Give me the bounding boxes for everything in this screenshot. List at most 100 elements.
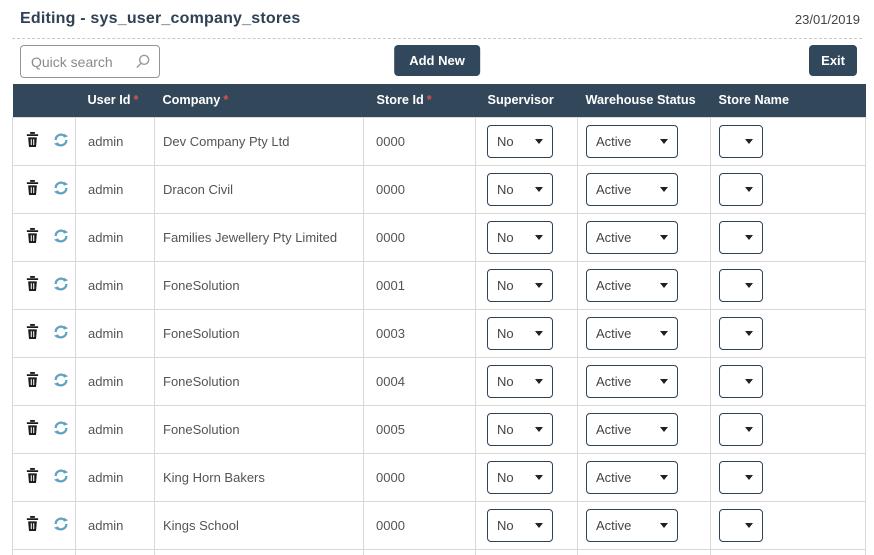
table-body: admin Dev Company Pty Ltd 0000 No Active — [12, 116, 866, 555]
search-wrap — [20, 45, 160, 78]
store-name-select[interactable] — [719, 508, 763, 542]
chevron-down-icon — [660, 378, 668, 384]
supervisor-cell: No — [475, 260, 578, 310]
delete-row-button[interactable] — [25, 419, 40, 439]
delete-row-button[interactable] — [25, 515, 40, 535]
chevron-down-icon — [745, 522, 753, 528]
store-name-select[interactable] — [719, 316, 763, 350]
chevron-down-icon — [535, 522, 543, 528]
supervisor-select[interactable]: No — [487, 220, 553, 254]
store-name-select[interactable] — [719, 460, 763, 494]
add-new-button[interactable]: Add New — [394, 45, 480, 76]
warehouse-status-select[interactable]: Active — [586, 460, 678, 494]
warehouse-status-select[interactable]: Active — [586, 124, 678, 158]
delete-row-button[interactable] — [25, 467, 40, 487]
supervisor-select-value: No — [497, 373, 514, 389]
warehouse-status-select[interactable]: Active — [586, 316, 678, 350]
row-actions-cell — [12, 356, 76, 406]
store-name-select[interactable] — [719, 124, 763, 158]
row-actions-cell — [12, 500, 76, 550]
row-actions-cell — [12, 308, 76, 358]
warehouse-status-select[interactable]: Active — [586, 508, 678, 542]
warehouse-status-select[interactable]: Active — [586, 172, 678, 206]
store-name-cell — [710, 452, 866, 502]
store-name-select[interactable] — [719, 220, 763, 254]
refresh-row-button[interactable] — [53, 324, 69, 343]
chevron-down-icon — [535, 426, 543, 432]
table-row — [12, 548, 866, 555]
company-cell: King Horn Bakers — [154, 452, 364, 502]
refresh-row-button[interactable] — [53, 516, 69, 535]
supervisor-select-value: No — [497, 325, 514, 341]
refresh-row-button[interactable] — [53, 276, 69, 295]
store-name-cell — [710, 212, 866, 262]
delete-row-button[interactable] — [25, 227, 40, 247]
refresh-row-button[interactable] — [53, 468, 69, 487]
chevron-down-icon — [535, 234, 543, 240]
supervisor-select[interactable]: No — [487, 364, 553, 398]
search-input[interactable] — [20, 45, 160, 78]
store-name-cell — [710, 356, 866, 406]
delete-row-button[interactable] — [25, 275, 40, 295]
refresh-row-button[interactable] — [53, 180, 69, 199]
supervisor-cell: No — [475, 116, 578, 166]
delete-row-button[interactable] — [25, 323, 40, 343]
table-row: admin King Horn Bakers 0000 No Active — [12, 452, 866, 502]
warehouse-status-cell: Active — [577, 164, 711, 214]
chevron-down-icon — [745, 186, 753, 192]
refresh-row-button[interactable] — [53, 132, 69, 151]
chevron-down-icon — [535, 378, 543, 384]
supervisor-select[interactable]: No — [487, 124, 553, 158]
store-name-select[interactable] — [719, 268, 763, 302]
warehouse-status-select-value: Active — [596, 421, 632, 437]
supervisor-cell: No — [475, 164, 578, 214]
store-name-select[interactable] — [719, 412, 763, 446]
table-row: admin Dracon Civil 0000 No Active — [12, 164, 866, 214]
supervisor-select[interactable]: No — [487, 508, 553, 542]
page-title: Editing - sys_user_company_stores — [20, 10, 301, 27]
warehouse-status-select[interactable]: Active — [586, 220, 678, 254]
refresh-row-button[interactable] — [53, 228, 69, 247]
supervisor-select-value: No — [497, 469, 514, 485]
supervisor-select[interactable]: No — [487, 268, 553, 302]
title-bar: Editing - sys_user_company_stores 23/01/… — [0, 0, 874, 38]
store-name-select[interactable] — [719, 364, 763, 398]
chevron-down-icon — [660, 522, 668, 528]
company-cell: FoneSolution — [154, 260, 364, 310]
warehouse-status-select-value: Active — [596, 277, 632, 293]
refresh-row-button[interactable] — [53, 420, 69, 439]
warehouse-status-select[interactable]: Active — [586, 268, 678, 302]
company-cell: FoneSolution — [154, 308, 364, 358]
warehouse-status-select-value: Active — [596, 469, 632, 485]
user-id-cell: admin — [75, 404, 155, 454]
delete-row-button[interactable] — [25, 179, 40, 199]
supervisor-select-value: No — [497, 421, 514, 437]
delete-row-button[interactable] — [25, 371, 40, 391]
supervisor-select[interactable]: No — [487, 316, 553, 350]
company-cell: FoneSolution — [154, 356, 364, 406]
company-cell: Families Jewellery Pty Limited — [154, 212, 364, 262]
warehouse-status-cell: Active — [577, 260, 711, 310]
column-actions — [12, 84, 76, 117]
supervisor-select[interactable]: No — [487, 460, 553, 494]
chevron-down-icon — [660, 282, 668, 288]
supervisor-select-value: No — [497, 517, 514, 533]
supervisor-cell — [475, 548, 578, 555]
supervisor-select[interactable]: No — [487, 412, 553, 446]
store-name-select[interactable] — [719, 172, 763, 206]
column-user-id: User Id * — [75, 84, 155, 117]
supervisor-select[interactable]: No — [487, 172, 553, 206]
refresh-row-button[interactable] — [53, 372, 69, 391]
store-name-cell — [710, 500, 866, 550]
chevron-down-icon — [745, 426, 753, 432]
exit-button[interactable]: Exit — [809, 45, 857, 76]
warehouse-status-select[interactable]: Active — [586, 364, 678, 398]
supervisor-select-value: No — [497, 229, 514, 245]
chevron-down-icon — [745, 474, 753, 480]
user-id-cell: admin — [75, 308, 155, 358]
warehouse-status-select[interactable]: Active — [586, 412, 678, 446]
chevron-down-icon — [745, 138, 753, 144]
company-cell — [154, 548, 364, 555]
delete-row-button[interactable] — [25, 131, 40, 151]
chevron-down-icon — [660, 330, 668, 336]
